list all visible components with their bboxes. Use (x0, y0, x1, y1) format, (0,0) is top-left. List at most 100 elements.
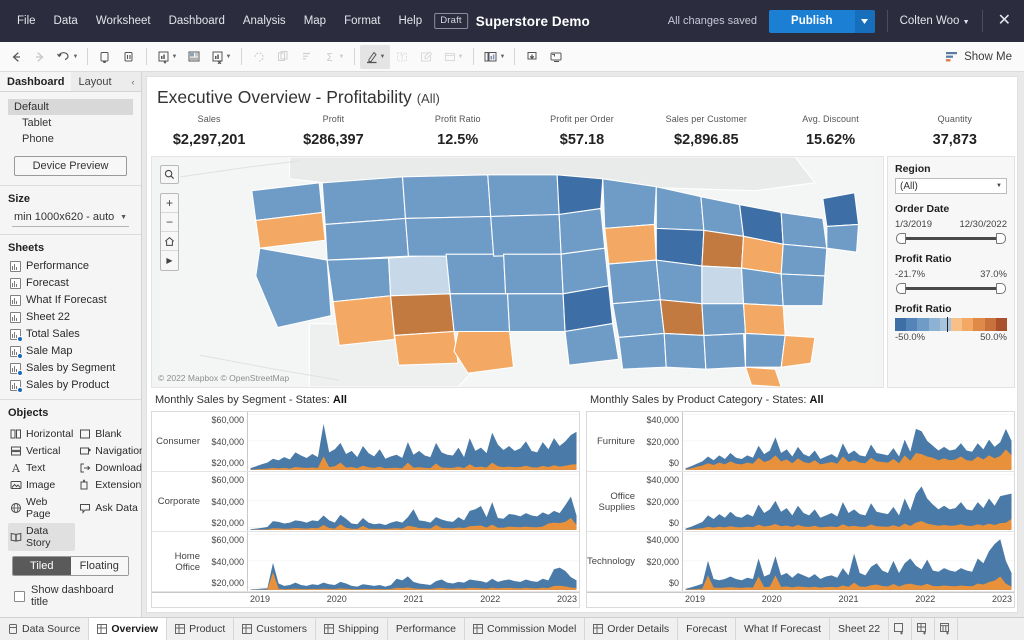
sheet-item[interactable]: Total Sales (8, 326, 133, 343)
device-item-phone[interactable]: Phone (8, 131, 133, 147)
sheet-item[interactable]: Sales by Product (8, 377, 133, 394)
sheet-tab-what-if-forecast[interactable]: What If Forecast (736, 618, 831, 640)
panel-plot-area[interactable] (683, 412, 1014, 471)
sheet-item[interactable]: What If Forecast (8, 292, 133, 309)
show-dashboard-title-checkbox[interactable] (14, 590, 25, 602)
sheet-tab-shipping[interactable]: Shipping (316, 618, 388, 640)
show-me-button[interactable]: Show Me (937, 48, 1020, 66)
new-worksheet-icon[interactable]: ▼ (152, 45, 182, 69)
close-button[interactable]: ✕ (995, 13, 1014, 29)
order-date-slider-left-handle[interactable] (896, 233, 906, 244)
menu-item-data[interactable]: Data (45, 11, 87, 31)
object-item-blank[interactable]: Blank (77, 426, 147, 442)
tiled-button[interactable]: Tiled (13, 557, 71, 575)
map-expand-button[interactable]: ▶ (161, 251, 178, 270)
map-zoom-out-button[interactable]: − (161, 213, 178, 232)
sheet-tab-customers[interactable]: Customers (234, 618, 317, 640)
order-date-slider-right-handle[interactable] (996, 233, 1006, 244)
fit-icon[interactable]: ▼ (438, 45, 468, 69)
tab-layout[interactable]: Layout (71, 72, 118, 91)
totals-icon[interactable]: Σ ▼ (319, 45, 349, 69)
new-dashboard-icon[interactable] (182, 45, 206, 69)
sheet-tab-order-details[interactable]: Order Details (585, 618, 679, 640)
panel-plot-area[interactable] (683, 472, 1014, 531)
segment-panel-grid[interactable]: Consumer $60,000 $40,000 $20,000 Corporate $6… (151, 411, 580, 608)
menu-item-help[interactable]: Help (389, 11, 431, 31)
sheet-tab-sheet-22[interactable]: Sheet 22 (830, 618, 890, 640)
new-story-icon[interactable] (935, 618, 959, 640)
sheet-item[interactable]: Performance (8, 258, 133, 275)
profit-ratio-filter: Profit Ratio -21.7% 37.0% (895, 253, 1007, 294)
object-item-web-page[interactable]: Web Page (8, 494, 75, 522)
sort-icon[interactable] (295, 45, 319, 69)
menu-item-file[interactable]: File (8, 11, 45, 31)
sheet-item[interactable]: Sales by Segment (8, 360, 133, 377)
new-worksheet-icon[interactable] (889, 618, 913, 640)
duplicate-icon[interactable] (271, 45, 295, 69)
sheet-tab-data-source[interactable]: Data Source (0, 618, 90, 640)
object-item-vertical[interactable]: Vertical (8, 443, 75, 459)
collapse-panel-icon[interactable]: ‹ (125, 72, 141, 91)
panel-plot-area[interactable] (248, 412, 579, 471)
category-panel-grid[interactable]: Furniture $40,000 $20,000 $0 Office Supplies… (586, 411, 1015, 608)
panel-plot-area[interactable] (248, 532, 579, 591)
object-item-image[interactable]: Image (8, 477, 75, 493)
menu-item-format[interactable]: Format (335, 11, 389, 31)
forward-icon[interactable] (28, 45, 52, 69)
panel-plot-area[interactable] (248, 472, 579, 531)
user-menu[interactable]: Colten Woo ▼ (900, 15, 970, 27)
save-add-icon[interactable] (93, 45, 117, 69)
size-dropdown[interactable]: min 1000x620 - auto ▼ (12, 209, 129, 227)
device-preview-icon[interactable] (544, 45, 568, 69)
floating-button[interactable]: Floating (70, 557, 128, 575)
order-date-slider[interactable] (896, 232, 1006, 244)
region-filter-dropdown[interactable]: (All) ▼ (895, 178, 1007, 194)
sheet-tab-product[interactable]: Product (167, 618, 235, 640)
menu-item-map[interactable]: Map (295, 11, 335, 31)
pause-icon[interactable] (117, 45, 141, 69)
sheet-item[interactable]: Sale Map (8, 343, 133, 360)
download-icon[interactable] (520, 45, 544, 69)
sale-map-panel[interactable]: + − ▶ © 2022 Mapbox © OpenStreetMap (151, 156, 884, 388)
panel-plot-area[interactable] (683, 532, 1014, 591)
sheet-item[interactable]: Sheet 22 (8, 309, 133, 326)
tab-dashboard[interactable]: Dashboard (0, 72, 72, 91)
new-dashboard-icon[interactable] (912, 618, 936, 640)
object-item-download[interactable]: Download (77, 460, 147, 476)
object-item-ask-data[interactable]: Ask Data (77, 494, 147, 522)
profit-ratio-color-legend[interactable] (895, 317, 1008, 332)
object-item-navigation[interactable]: Navigation (77, 443, 147, 459)
text-icon[interactable]: T (390, 45, 414, 69)
map-home-icon[interactable] (161, 232, 178, 251)
highlight-icon[interactable]: ▼ (360, 44, 390, 69)
menu-item-worksheet[interactable]: Worksheet (87, 11, 160, 31)
object-item-data-story[interactable]: Data Story (8, 523, 76, 551)
profit-ratio-slider-right-handle[interactable] (996, 283, 1006, 294)
map-search-icon[interactable] (160, 165, 179, 184)
device-item-default[interactable]: Default (8, 99, 133, 115)
object-item-extension[interactable]: Extension (77, 477, 147, 493)
show-dashboard-title-row[interactable]: Show dashboard title (8, 581, 133, 613)
clear-sheet-icon[interactable]: ▼ (206, 45, 236, 69)
sheet-item[interactable]: Forecast (8, 275, 133, 292)
presentation-icon[interactable]: ▼ (479, 45, 509, 69)
sheet-tab-overview[interactable]: Overview (89, 618, 168, 640)
map-zoom-in-button[interactable]: + (161, 194, 178, 213)
menu-item-analysis[interactable]: Analysis (234, 11, 295, 31)
sheet-tab-commission-model[interactable]: Commission Model (465, 618, 586, 640)
object-item-horizontal[interactable]: Horizontal (8, 426, 75, 442)
undo-redo-icon[interactable]: ▼ (52, 45, 82, 69)
menu-item-dashboard[interactable]: Dashboard (160, 11, 234, 31)
sheet-tab-forecast[interactable]: Forecast (678, 618, 737, 640)
sheet-tab-performance[interactable]: Performance (388, 618, 466, 640)
profit-ratio-slider[interactable] (896, 282, 1006, 294)
edit-icon[interactable] (414, 45, 438, 69)
device-preview-button[interactable]: Device Preview (14, 156, 127, 176)
device-item-tablet[interactable]: Tablet (8, 115, 133, 131)
object-item-text[interactable]: A Text (8, 460, 75, 476)
publish-button[interactable]: Publish (769, 9, 855, 33)
publish-dropdown-arrow[interactable] (854, 9, 875, 33)
refresh-icon[interactable] (247, 45, 271, 69)
back-icon[interactable] (4, 45, 28, 69)
profit-ratio-slider-left-handle[interactable] (896, 283, 906, 294)
